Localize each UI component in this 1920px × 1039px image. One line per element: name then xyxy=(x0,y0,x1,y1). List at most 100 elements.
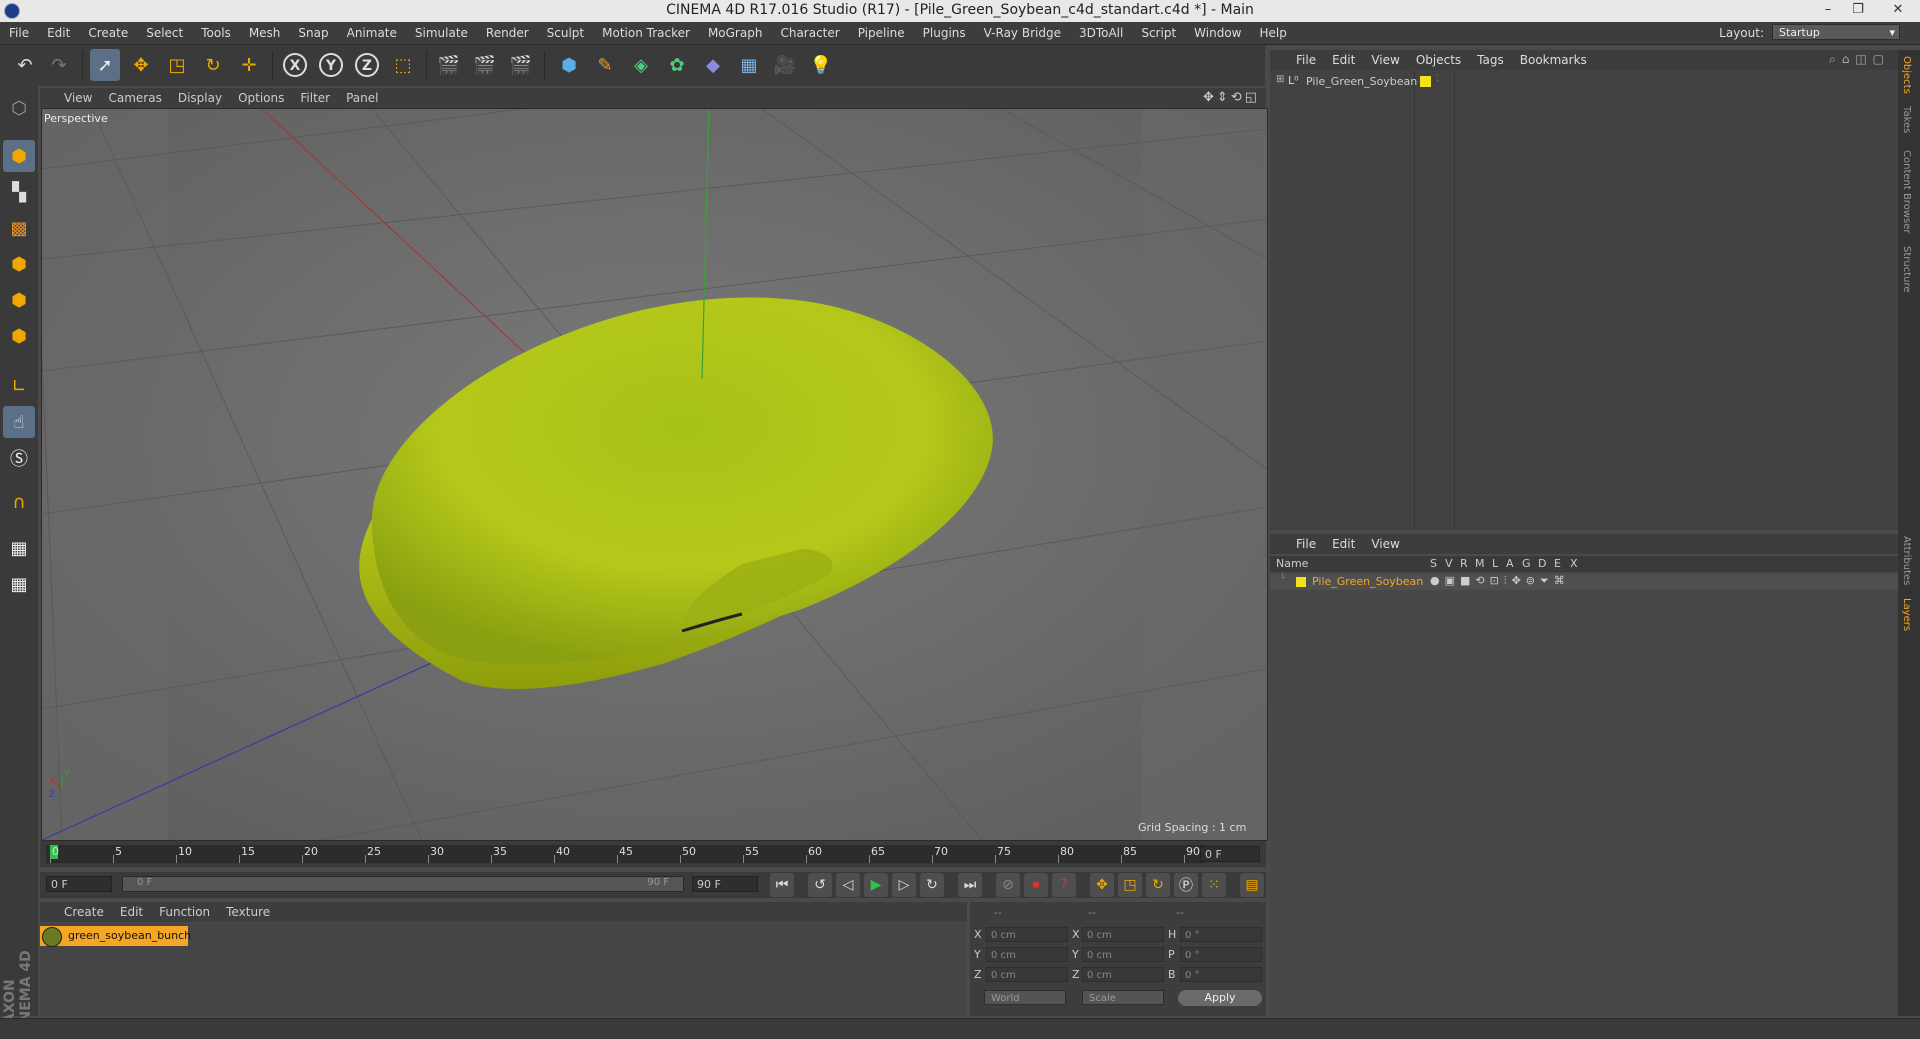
expand-toggle-icon[interactable]: ⊞ xyxy=(1276,74,1284,85)
menu-animate[interactable]: Animate xyxy=(338,22,406,44)
key-position-icon[interactable]: ✥ xyxy=(1090,873,1114,897)
move-tool-icon[interactable]: ✥ xyxy=(126,49,156,81)
layer-menu-edit[interactable]: Edit xyxy=(1324,534,1363,554)
key-scale-icon[interactable]: ◳ xyxy=(1118,873,1142,897)
tab-takes[interactable]: Takes xyxy=(1901,106,1912,133)
texture-mode-icon[interactable]: ▚ xyxy=(3,176,35,208)
camera-icon[interactable]: 🎥 xyxy=(770,49,800,81)
tab-attributes[interactable]: Attributes xyxy=(1901,536,1912,585)
undo-icon[interactable]: ↶ xyxy=(10,49,40,81)
layer-color-swatch[interactable] xyxy=(1420,76,1431,87)
menu-pipeline[interactable]: Pipeline xyxy=(849,22,914,44)
material-menu-edit[interactable]: Edit xyxy=(112,902,151,922)
render-view-icon[interactable]: 🎬 xyxy=(434,49,464,81)
coord-pos-x-field[interactable]: 0 cm xyxy=(986,927,1068,942)
layer-menu-view[interactable]: View xyxy=(1363,534,1407,554)
play-forward-icon[interactable]: ▶ xyxy=(864,873,888,897)
menu-script[interactable]: Script xyxy=(1132,22,1185,44)
render-picture-viewer-icon[interactable]: 🎬 xyxy=(470,49,500,81)
y-axis-lock-icon[interactable]: Y xyxy=(316,49,346,81)
viewport-menu-options[interactable]: Options xyxy=(230,88,292,108)
menu-3dtoall[interactable]: 3DToAll xyxy=(1070,22,1132,44)
menu-character[interactable]: Character xyxy=(771,22,848,44)
edges-mode-icon[interactable]: ⬢ xyxy=(3,284,35,316)
restore-button[interactable]: ❐ xyxy=(1836,0,1880,22)
object-menu-file[interactable]: File xyxy=(1288,50,1324,70)
menu-render[interactable]: Render xyxy=(477,22,538,44)
coord-size-z-field[interactable]: 0 cm xyxy=(1082,967,1164,982)
coord-rot-p-field[interactable]: 0 ° xyxy=(1180,947,1262,962)
menu-sculpt[interactable]: Sculpt xyxy=(538,22,593,44)
tab-content-browser[interactable]: Content Browser xyxy=(1901,150,1912,233)
layer-color-swatch[interactable] xyxy=(1296,577,1306,587)
tab-objects[interactable]: Objects xyxy=(1901,56,1912,94)
end-frame-field[interactable]: 90 F xyxy=(692,876,758,892)
viewport-menu-cameras[interactable]: Cameras xyxy=(100,88,169,108)
viewport-menu-display[interactable]: Display xyxy=(170,88,230,108)
deformer-icon[interactable]: ◆ xyxy=(698,49,728,81)
menu-plugins[interactable]: Plugins xyxy=(914,22,975,44)
3d-viewport[interactable]: Y X Z xyxy=(41,108,1268,841)
scale-tool-icon[interactable]: ◳ xyxy=(162,49,192,81)
tweak-mode-icon[interactable]: ☝ xyxy=(3,406,35,438)
material-menu-function[interactable]: Function xyxy=(151,902,218,922)
menu-help[interactable]: Help xyxy=(1250,22,1295,44)
timeline-window-icon[interactable]: ▤ xyxy=(1240,873,1264,897)
floor-environment-icon[interactable]: ▦ xyxy=(734,49,764,81)
rotate-tool-icon[interactable]: ↻ xyxy=(198,49,228,81)
x-axis-lock-icon[interactable]: X xyxy=(280,49,310,81)
timeline-ruler[interactable]: 0 5 10 15 20 25 30 35 40 45 50 55 60 65 70 75 80 85 90 0 F xyxy=(40,841,1266,867)
coord-size-x-field[interactable]: 0 cm xyxy=(1082,927,1164,942)
key-rotation-icon[interactable]: ↻ xyxy=(1146,873,1170,897)
workplane-mode-icon[interactable]: ▩ xyxy=(3,212,35,244)
polygons-mode-icon[interactable]: ⬢ xyxy=(3,320,35,352)
coord-rot-b-field[interactable]: 0 ° xyxy=(1180,967,1262,982)
coord-pos-z-field[interactable]: 0 cm xyxy=(986,967,1068,982)
coord-pos-y-field[interactable]: 0 cm xyxy=(986,947,1068,962)
close-button[interactable]: ✕ xyxy=(1876,0,1920,22)
light-icon[interactable]: 💡 xyxy=(806,49,836,81)
next-key-icon[interactable]: ↻ xyxy=(920,873,944,897)
object-menu-objects[interactable]: Objects xyxy=(1408,50,1469,70)
menu-file[interactable]: File xyxy=(0,22,38,44)
autokeying-icon[interactable]: ⏺ xyxy=(1024,873,1048,897)
menu-window[interactable]: Window xyxy=(1185,22,1250,44)
menu-motion-tracker[interactable]: Motion Tracker xyxy=(593,22,699,44)
render-settings-icon[interactable]: 🎬 xyxy=(506,49,536,81)
layer-menu-file[interactable]: File xyxy=(1288,534,1324,554)
workplane-lock-icon[interactable]: ▦ xyxy=(3,532,35,564)
nurbs-subdivision-icon[interactable]: ◈ xyxy=(626,49,656,81)
axis-mode-icon[interactable]: ∟ xyxy=(3,370,35,402)
visibility-dots-icon[interactable]: ⁚ xyxy=(1436,74,1439,84)
key-parameter-icon[interactable]: Ⓟ xyxy=(1174,873,1198,897)
model-mode-icon[interactable]: ⬢ xyxy=(3,140,35,172)
live-selection-icon[interactable]: ✛ xyxy=(234,49,264,81)
coord-space-dropdown[interactable]: World xyxy=(984,990,1066,1005)
coordinate-system-icon[interactable]: ⬚ xyxy=(388,49,418,81)
object-menu-tags[interactable]: Tags xyxy=(1469,50,1512,70)
spline-pen-icon[interactable]: ✎ xyxy=(590,49,620,81)
go-to-start-icon[interactable]: ⏮ xyxy=(770,873,794,897)
current-frame-field[interactable]: 0 F xyxy=(1200,846,1260,862)
mograph-cloner-icon[interactable]: ✿ xyxy=(662,49,692,81)
menu-select[interactable]: Select xyxy=(137,22,192,44)
layer-name[interactable]: Pile_Green_Soybean xyxy=(1312,575,1423,588)
coord-rot-h-field[interactable]: 0 ° xyxy=(1180,927,1262,942)
layer-manager-area[interactable]: └ Pile_Green_Soybean ●▣■⟲⊡⫶✥⊜⏷⌘ xyxy=(1270,572,1898,1016)
record-keys-icon[interactable]: ⊘ xyxy=(996,873,1020,897)
material-menu-texture[interactable]: Texture xyxy=(218,902,278,922)
layout-dropdown[interactable]: Startup xyxy=(1772,24,1900,41)
redo-icon[interactable]: ↷ xyxy=(44,49,74,81)
workplane-align-icon[interactable]: ▦ xyxy=(3,568,35,600)
next-frame-icon[interactable]: ▷ xyxy=(892,873,916,897)
start-frame-field[interactable]: 0 F xyxy=(46,876,112,892)
object-menu-edit[interactable]: Edit xyxy=(1324,50,1363,70)
menu-snap[interactable]: Snap xyxy=(289,22,337,44)
viewport-menu-view[interactable]: View xyxy=(56,88,100,108)
menu-tools[interactable]: Tools xyxy=(192,22,240,44)
viewport-navigation-icons[interactable]: ✥⇕⟲◱ xyxy=(1203,90,1260,105)
material-menu-create[interactable]: Create xyxy=(56,902,112,922)
coord-scale-mode-dropdown[interactable]: Scale xyxy=(1082,990,1164,1005)
menu-simulate[interactable]: Simulate xyxy=(406,22,477,44)
previous-key-icon[interactable]: ↺ xyxy=(808,873,832,897)
